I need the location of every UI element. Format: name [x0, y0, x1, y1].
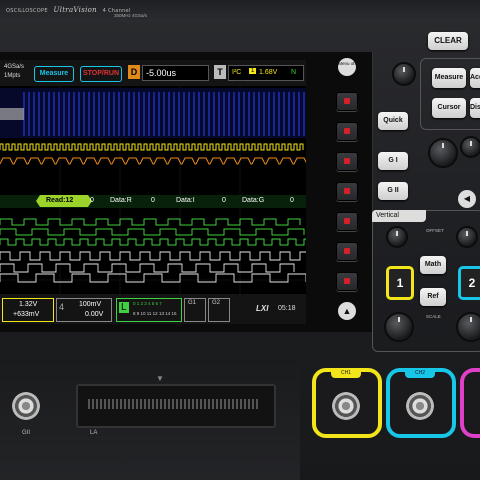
ch1-info[interactable]: 1.32V +633mV [2, 298, 54, 322]
trigger-key: T [214, 65, 226, 79]
softkey-2[interactable] [336, 122, 358, 141]
g1-button[interactable]: G I [378, 152, 408, 170]
sample-rate: 4GSa/s [4, 64, 25, 70]
ch1-offset: +633mV [13, 311, 40, 318]
ch4-info[interactable]: 4 100mV 0.00V [56, 298, 112, 322]
delay-value[interactable]: -5.00us [142, 65, 209, 81]
softkey-5[interactable] [336, 212, 358, 231]
ch2-bnc-connector[interactable] [406, 392, 434, 420]
g2-button[interactable]: G II [378, 182, 408, 200]
ch2-scale-knob[interactable] [456, 312, 480, 342]
measure-button[interactable]: Measure [432, 68, 466, 88]
status-row: 4GSa/s 1Mpts Measure STOP/RUN D -5.00us … [0, 60, 306, 86]
top-bar: OSCILLOSCOPE UltraVision 4 Channel 350MH… [0, 0, 480, 22]
la-bits-top: 0 1 2 3 4 5 6 7 [133, 301, 162, 306]
delay-key: D [128, 65, 140, 79]
ch4-offset: 0.00V [85, 311, 104, 318]
ch1-input[interactable]: CH1 [312, 368, 382, 438]
offset-label: OFFSET [426, 228, 444, 233]
ch2-input-label: CH2 [405, 368, 435, 378]
ch4-scale: 100mV [79, 301, 102, 308]
ch1-offset-knob[interactable] [386, 226, 408, 248]
decode-frame-6: 0 [290, 197, 294, 204]
ch1-bnc-connector[interactable] [332, 392, 360, 420]
measure-chip[interactable]: Measure [34, 66, 74, 82]
trigger-level: 1.68V [259, 69, 278, 76]
la-bits-bottom: 8 9 10 11 12 13 14 15 [133, 311, 177, 316]
ch1-button[interactable]: 1 [386, 266, 414, 300]
decode-frame-3: Data:I [176, 197, 195, 204]
run-state-chip[interactable]: STOP/RUN [80, 66, 122, 82]
g1-info[interactable]: G1 [184, 298, 206, 322]
brand-text: OSCILLOSCOPE UltraVision 4 Channel [6, 6, 131, 14]
softkey-4[interactable] [336, 182, 358, 201]
clock-time: 05:18 [278, 305, 296, 312]
trigger-source: 1 [249, 68, 257, 74]
decode-frame-2: 0 [151, 197, 155, 204]
g2-label: G2 [212, 300, 221, 306]
ch1-scale-knob[interactable] [384, 312, 414, 342]
waveform-area [0, 60, 306, 324]
softkey-7[interactable] [336, 272, 358, 291]
la-label: L [119, 302, 129, 313]
la-connector[interactable] [76, 384, 276, 428]
horizontal-position-knob[interactable] [460, 136, 480, 158]
lxi-logo: LXI [256, 304, 269, 313]
g2-info[interactable]: G2 [208, 298, 230, 322]
la-info[interactable]: L 0 1 2 3 4 5 6 7 8 9 10 11 12 13 14 15 [116, 298, 182, 322]
back-button[interactable]: ▲ [338, 302, 356, 320]
display-button[interactable]: Display [470, 98, 480, 118]
softkey-3[interactable] [336, 152, 358, 171]
ch4-number: 4 [59, 302, 65, 312]
la-pins [88, 399, 260, 409]
vertical-section-label: Vertical [372, 210, 426, 222]
channel-info-bar: 1.32V +633mV 4 100mV 0.00V L 0 1 2 3 4 5… [0, 296, 306, 324]
memory-depth: 1Mpts [4, 73, 21, 79]
ch3-input[interactable] [460, 368, 480, 438]
trigger-info[interactable]: I²C 1 1.68V N [228, 65, 304, 81]
quick-button[interactable]: Quick [378, 112, 408, 130]
display-screen [0, 60, 306, 324]
horizontal-scale-knob[interactable] [428, 138, 458, 168]
menu-off-button[interactable]: Menu off [338, 58, 356, 76]
navigate-left-button[interactable]: ◀ [458, 190, 476, 208]
math-button[interactable]: Math [420, 256, 446, 274]
ch2-button[interactable]: 2 [458, 266, 480, 300]
softkey-6[interactable] [336, 242, 358, 261]
cursor-button[interactable]: Cursor [432, 98, 466, 118]
acquire-button[interactable]: Acquire [470, 68, 480, 88]
softkey-1[interactable] [336, 92, 358, 111]
la-orientation-icon: ▼ [156, 374, 164, 383]
ch1-scale: 1.32V [19, 301, 38, 308]
decode-frame-1: Data:R [110, 197, 132, 204]
scale-label: SCALE [426, 314, 441, 319]
ch2-input[interactable]: CH2 [386, 368, 456, 438]
g1-label: G1 [188, 300, 197, 306]
clear-button[interactable]: CLEAR [428, 32, 468, 50]
gen-output-connector[interactable] [12, 392, 40, 420]
ref-button[interactable]: Ref [420, 288, 446, 306]
gen-output-label: GII [22, 430, 31, 436]
decode-frame-5: Data:G [242, 197, 265, 204]
la-connector-label: LA [90, 430, 98, 436]
multipurpose-knob[interactable] [392, 62, 416, 86]
decode-frame-4: 0 [222, 197, 226, 204]
decode-frame-0: 0 [90, 197, 94, 204]
oscilloscope-front-panel: OSCILLOSCOPE UltraVision 4 Channel 350MH… [0, 0, 480, 480]
trigger-mode: N [291, 69, 297, 76]
spec-text: 350MHz 4GSa/s [114, 13, 148, 18]
decode-read-label: Read:12 [46, 197, 74, 204]
ch1-input-label: CH1 [331, 368, 361, 378]
ch2-offset-knob[interactable] [456, 226, 478, 248]
trigger-type: I²C [232, 69, 242, 76]
